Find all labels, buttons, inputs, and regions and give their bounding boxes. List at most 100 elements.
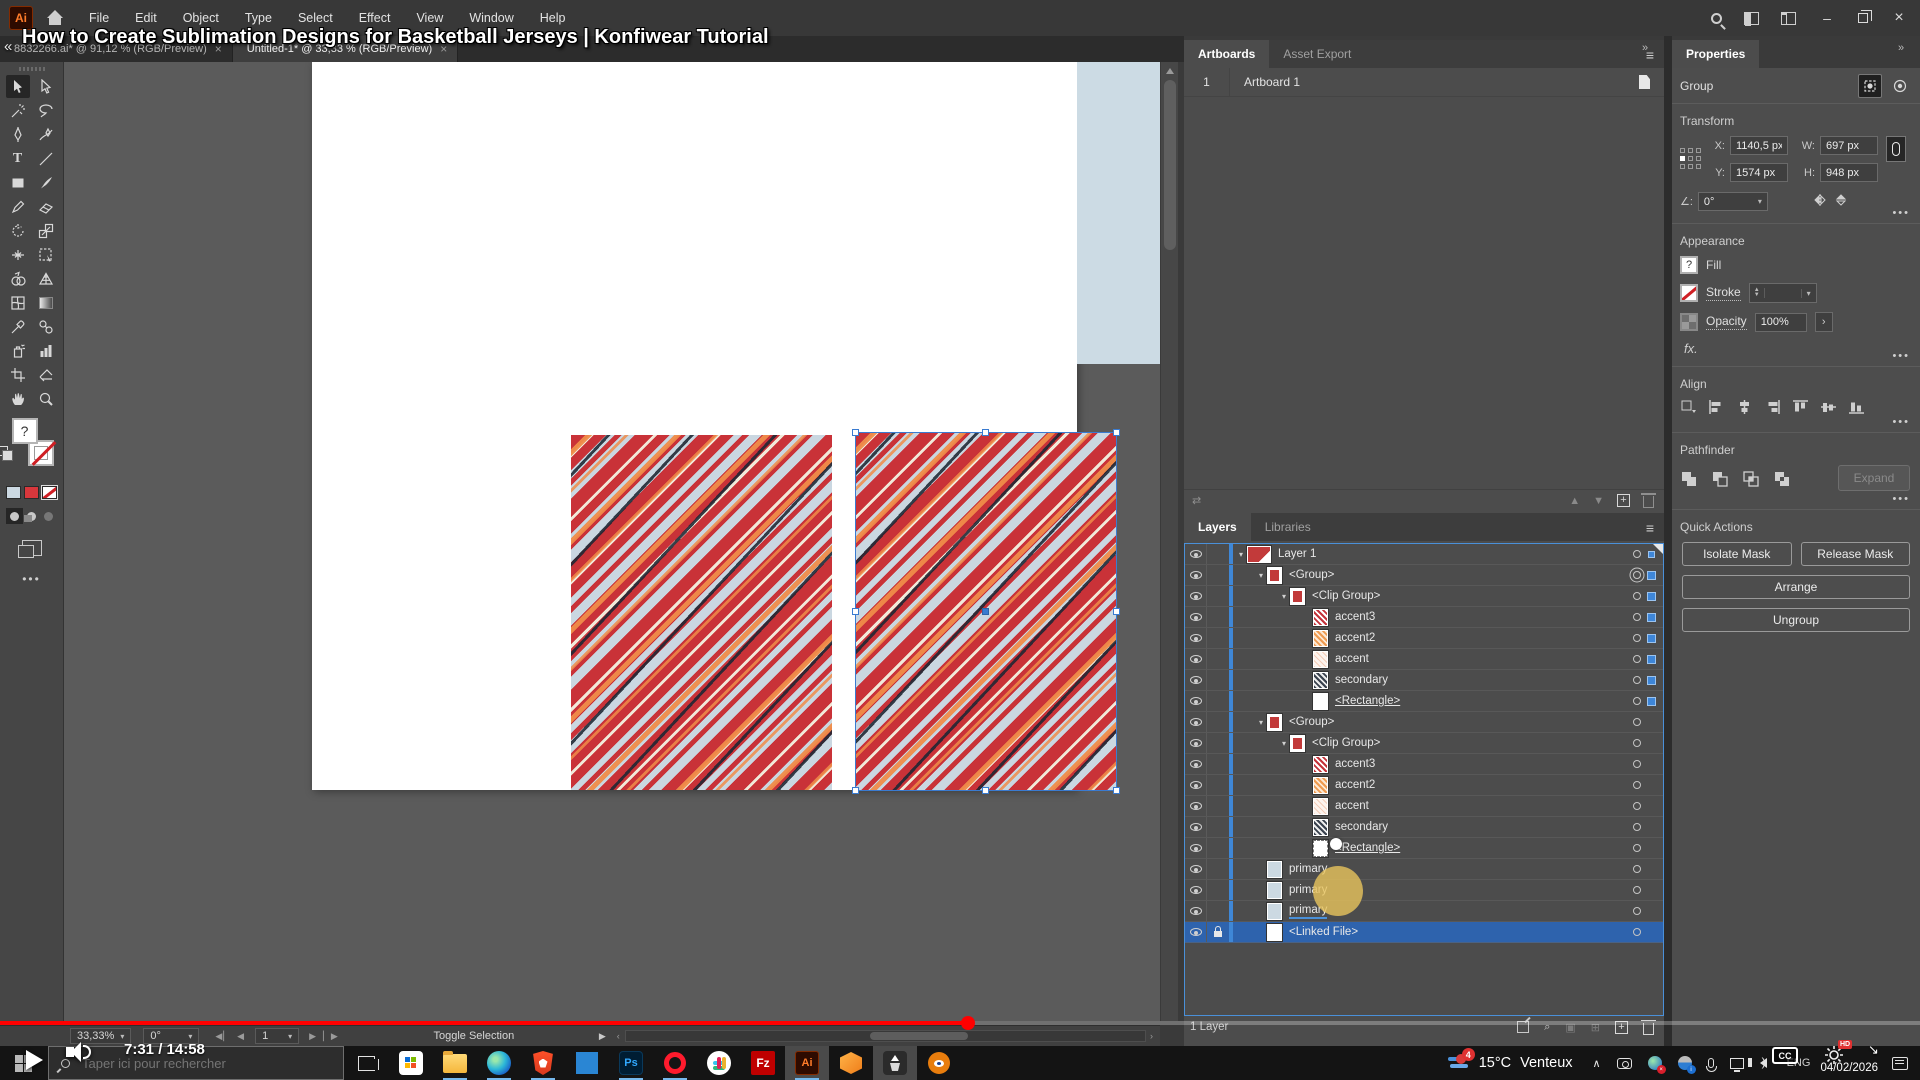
taskbar-icon-brave[interactable] bbox=[521, 1046, 565, 1080]
layer-label[interactable]: <Linked File> bbox=[1289, 926, 1358, 938]
target-circle-icon[interactable] bbox=[1633, 718, 1641, 726]
artboard-page-icon[interactable] bbox=[1639, 75, 1650, 89]
menu-window[interactable]: Window bbox=[469, 11, 513, 25]
tray-edge-icon[interactable]: × bbox=[1648, 1056, 1662, 1070]
layer-thumbnail[interactable] bbox=[1313, 840, 1328, 857]
draw-behind-mode[interactable] bbox=[23, 508, 40, 524]
align-to-selection-icon[interactable] bbox=[1680, 399, 1697, 418]
selection-square[interactable] bbox=[1647, 676, 1656, 685]
video-miniplayer-icon[interactable]: ↘ bbox=[1868, 1042, 1879, 1058]
visibility-toggle[interactable] bbox=[1185, 733, 1207, 753]
layer-row-group[interactable]: ▾ <Group> bbox=[1185, 565, 1663, 586]
tray-volume-icon[interactable] bbox=[1760, 1058, 1767, 1068]
pen-tool[interactable] bbox=[6, 123, 30, 146]
collapse-panels-icon[interactable]: » bbox=[1898, 42, 1902, 54]
align-right-icon[interactable] bbox=[1764, 399, 1781, 418]
align-bottom-icon[interactable] bbox=[1848, 399, 1865, 418]
video-volume-icon[interactable] bbox=[66, 1042, 96, 1062]
menu-view[interactable]: View bbox=[416, 11, 443, 25]
selection-tool[interactable] bbox=[6, 75, 30, 98]
layer-label[interactable]: <Rectangle> bbox=[1335, 842, 1400, 854]
home-icon[interactable] bbox=[47, 11, 63, 25]
selection-handle[interactable] bbox=[852, 787, 859, 794]
video-settings-gear-icon[interactable]: HD bbox=[1824, 1045, 1844, 1070]
expand-chevron-icon[interactable]: ▾ bbox=[1235, 550, 1247, 559]
tray-network-icon[interactable] bbox=[1730, 1058, 1744, 1069]
menu-select[interactable]: Select bbox=[298, 11, 333, 25]
layer-thumbnail[interactable] bbox=[1290, 735, 1305, 752]
layer-thumbnail[interactable] bbox=[1313, 777, 1328, 794]
blend-tool[interactable] bbox=[34, 315, 58, 338]
visibility-toggle[interactable] bbox=[1185, 796, 1207, 816]
type-tool[interactable]: T bbox=[6, 147, 30, 170]
visibility-toggle[interactable] bbox=[1185, 817, 1207, 837]
layer-row-group2[interactable]: ▾ <Group> bbox=[1185, 712, 1663, 733]
expand-button[interactable]: Expand bbox=[1838, 465, 1910, 491]
align-top-icon[interactable] bbox=[1792, 399, 1809, 418]
menu-effect[interactable]: Effect bbox=[359, 11, 391, 25]
lock-toggle[interactable] bbox=[1207, 927, 1229, 937]
taskbar-icon-opera[interactable] bbox=[653, 1046, 697, 1080]
video-captions-button[interactable]: CC bbox=[1772, 1047, 1798, 1064]
taskbar-icon-illustrator-active[interactable]: Ai bbox=[785, 1046, 829, 1080]
more-options-icon[interactable]: ••• bbox=[1892, 207, 1910, 219]
vertical-scrollbar[interactable] bbox=[1160, 62, 1178, 1021]
last-artboard-button[interactable]: ▏▶ bbox=[323, 1031, 339, 1042]
target-circle-icon[interactable] bbox=[1633, 907, 1641, 915]
artboard-list-row[interactable]: 1 Artboard 1 bbox=[1184, 68, 1664, 97]
more-options-icon[interactable]: ••• bbox=[1892, 493, 1910, 505]
visibility-toggle[interactable] bbox=[1185, 628, 1207, 648]
tray-microphone-icon[interactable] bbox=[1708, 1058, 1714, 1068]
layer-row-accent3b[interactable]: accent3 bbox=[1185, 754, 1663, 775]
canvas[interactable] bbox=[64, 62, 1160, 1021]
layer-thumbnail[interactable] bbox=[1267, 882, 1282, 899]
curvature-tool[interactable] bbox=[34, 123, 58, 146]
layer-label[interactable]: accent2 bbox=[1335, 632, 1375, 644]
expand-chevron-icon[interactable]: ▾ bbox=[1255, 571, 1267, 580]
layers-panel-menu-icon[interactable]: ≡ bbox=[1646, 520, 1654, 536]
restore-button[interactable] bbox=[1858, 13, 1868, 23]
gradient-swatch-button[interactable] bbox=[24, 486, 39, 499]
close-button[interactable]: × bbox=[1890, 9, 1908, 27]
primary-color-rectangle[interactable] bbox=[1077, 62, 1160, 364]
selection-handle[interactable] bbox=[1113, 608, 1120, 615]
fill-label[interactable]: Fill bbox=[1706, 258, 1721, 272]
visibility-toggle[interactable] bbox=[1185, 691, 1207, 711]
pathfinder-intersect-icon[interactable] bbox=[1742, 470, 1760, 491]
default-fill-stroke-icon[interactable] bbox=[0, 446, 8, 456]
target-circle-icon[interactable] bbox=[1633, 634, 1641, 642]
eyedropper-tool[interactable] bbox=[6, 315, 30, 338]
color-swatch-button[interactable] bbox=[6, 486, 21, 499]
constrain-proportions-link-icon[interactable] bbox=[1886, 136, 1906, 162]
workspace-switcher-icon[interactable] bbox=[1744, 12, 1759, 25]
scale-tool[interactable] bbox=[34, 219, 58, 242]
selection-square[interactable] bbox=[1647, 592, 1656, 601]
paintbrush-tool[interactable] bbox=[34, 171, 58, 194]
shape-builder-tool[interactable] bbox=[6, 267, 30, 290]
video-back-chevron-icon[interactable]: « bbox=[4, 38, 12, 55]
w-field[interactable] bbox=[1820, 136, 1878, 155]
first-artboard-button[interactable]: ◀▏ bbox=[215, 1031, 231, 1042]
rearrange-artboards-icon[interactable]: ⇄ bbox=[1192, 494, 1201, 507]
video-play-button[interactable] bbox=[26, 1050, 43, 1070]
selection-square[interactable] bbox=[1647, 634, 1656, 643]
layer-row-rectangleb[interactable]: <Rectangle> bbox=[1185, 838, 1663, 859]
selection-square[interactable] bbox=[1647, 571, 1656, 580]
layer-row-primary2[interactable]: primary bbox=[1185, 880, 1663, 901]
isolate-mask-button[interactable]: Isolate Mask bbox=[1682, 542, 1792, 566]
target-circle-targeted-icon[interactable] bbox=[1633, 571, 1641, 579]
selection-handle[interactable] bbox=[982, 429, 989, 436]
hscroll-right-arrow-icon[interactable]: › bbox=[1150, 1031, 1154, 1041]
layer-label[interactable]: accent3 bbox=[1335, 611, 1375, 623]
column-graph-tool[interactable] bbox=[34, 339, 58, 362]
target-circle-icon[interactable] bbox=[1633, 739, 1641, 747]
layer-thumbnail[interactable] bbox=[1313, 798, 1328, 815]
layer-row-secondary[interactable]: secondary bbox=[1185, 670, 1663, 691]
target-circle-icon[interactable] bbox=[1633, 844, 1641, 852]
stroke-label[interactable]: Stroke bbox=[1706, 285, 1741, 301]
status-play-icon[interactable]: ▶ bbox=[599, 1031, 607, 1042]
more-options-icon[interactable]: ••• bbox=[1892, 350, 1910, 362]
taskbar-icon-explorer[interactable] bbox=[433, 1046, 477, 1080]
taskbar-icon-store[interactable] bbox=[389, 1046, 433, 1080]
visibility-toggle[interactable] bbox=[1185, 880, 1207, 900]
